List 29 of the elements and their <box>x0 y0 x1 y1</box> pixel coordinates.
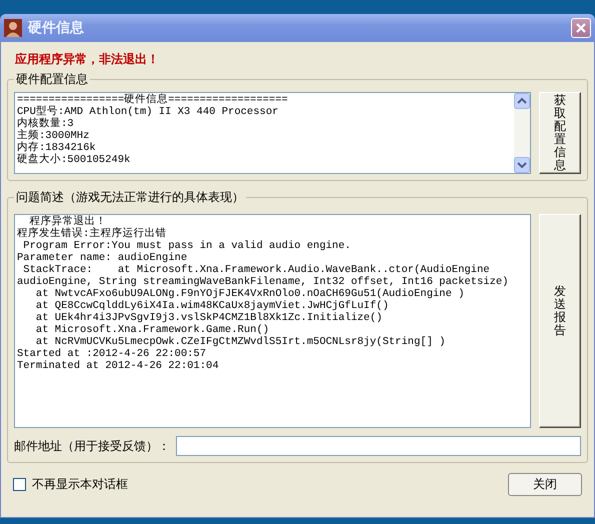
text-line: =================硬件信息=================== <box>17 94 289 106</box>
log-line: Program Error:You must pass in a valid audio engine. <box>22 240 352 252</box>
text-line: 硬盘大小:500105249k <box>17 154 132 166</box>
log-line: 程序异常退出！ <box>30 216 108 228</box>
log-line: at UEk4hr4i3JPvSgvI9j3.vslSkP4CMZ1Bl8Xk1Zc.Initialize() <box>34 312 384 324</box>
get-config-button[interactable]: 获取配置信息 <box>539 92 581 174</box>
text-line: 内存:1834216k <box>17 142 97 154</box>
close-dialog-button[interactable]: 关闭 <box>508 473 582 496</box>
log-line: at QE8CcwCqlddLy6iX4Ia.wim48KCaUx8jaymViet.JwHCjGfLuIf() <box>34 300 390 312</box>
log-line: 程序发生错误:主程序运行出错 <box>17 228 168 240</box>
group-title: 硬件配置信息 <box>14 71 90 87</box>
send-report-button[interactable]: 发送报告 <box>539 214 581 428</box>
log-line: StackTrace: at Microsoft.Xna.Framework.Audio.WaveBank..ctor(AudioEngine <box>22 264 491 276</box>
log-line: Started at :2012-4-26 22:00:57 <box>17 348 208 360</box>
group-title: 问题简述（游戏无法正常进行的具体表现） <box>14 189 246 205</box>
checkbox-label: 不再显示本对话框 <box>32 476 128 493</box>
log-line: at NwtvcAFxo6ubU9ALONg.F9nYOjFJEK4VxRnOlo0.nOaCH69Gu51(AudioEngine ) <box>34 288 466 300</box>
hardware-info-box[interactable]: =================硬件信息=================== CPU型号:AMD Athlon(tm) II X3 440 Processor 内核数量:3 主频:3000MHz 内存:1834216k 硬盘大小:500105249k <box>14 92 531 174</box>
log-line: at Microsoft.Xna.Framework.Game.Run() <box>34 324 270 336</box>
window-title: 硬件信息 <box>28 19 85 37</box>
log-line: at NcRVmUCVKu5LmecpOwk.CZeIFgCtMZWvdlS5Irt.m5OCNLsr8jy(String[] ) <box>34 336 446 348</box>
text-line: 主频:3000MHz <box>17 130 90 142</box>
log-line: Terminated at 2012-4-26 22:01:04 <box>17 360 220 372</box>
text-line: CPU型号:AMD Athlon(tm) II X3 440 Processor <box>17 106 280 118</box>
email-label: 邮件地址（用于接受反馈）： <box>14 438 170 454</box>
text-line: 内核数量:3 <box>17 118 75 130</box>
error-message: 应用程序异常，非法退出！ <box>15 51 160 67</box>
log-line: Parameter name: audioEngine <box>17 252 188 264</box>
log-line: audioEngine, String streamingWaveBankFilename, Int32 offset, Int16 packetsize) <box>17 276 510 288</box>
